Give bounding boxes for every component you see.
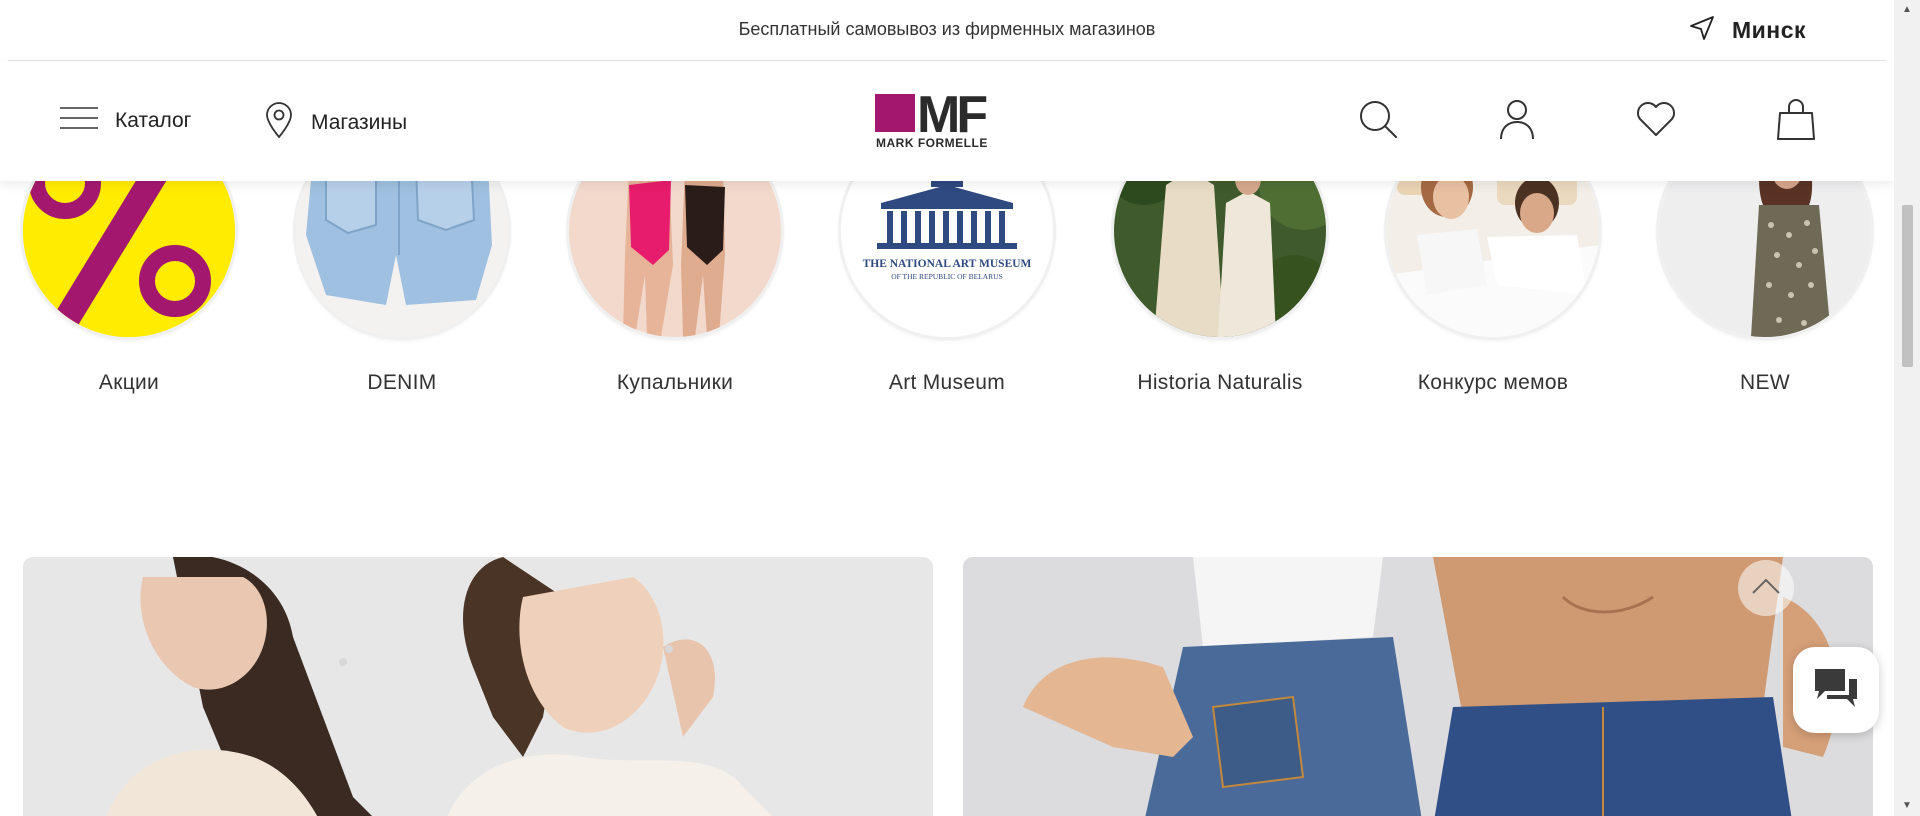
favorites-button[interactable] <box>1634 97 1678 141</box>
logo-wordmark: MARK FORMELLE <box>876 136 988 150</box>
scroll-down-arrow[interactable]: ▼ <box>1894 796 1920 816</box>
category-label: Historia Naturalis <box>1137 371 1303 394</box>
category-label: Art Museum <box>888 371 1006 394</box>
heart-icon <box>1634 102 1678 145</box>
navigation-arrow-icon <box>1688 14 1716 47</box>
catalog-label: Каталог <box>115 108 192 132</box>
search-icon <box>1356 101 1400 145</box>
shopping-bag-icon <box>1774 99 1818 145</box>
banner-denim[interactable] <box>963 557 1873 816</box>
chat-bubbles-icon <box>1813 667 1859 714</box>
category-label: Акции <box>98 371 160 394</box>
user-icon <box>1495 100 1539 145</box>
cart-button[interactable] <box>1774 97 1818 141</box>
map-pin-icon <box>263 101 295 144</box>
denim-models-image <box>963 557 1873 816</box>
category-carousel: Акции DENIM Купальники THE NATIONAL ART … <box>0 125 1894 435</box>
main-header: Каталог Магазины MF MARK FORMELLE <box>0 61 1894 181</box>
city-label: Минск <box>1732 17 1806 43</box>
promo-text: Бесплатный самовывоз из фирменных магази… <box>738 19 1156 39</box>
stores-label: Магазины <box>311 110 408 134</box>
mark-formelle-logo[interactable]: MF MARK FORMELLE <box>875 86 988 152</box>
vertical-scrollbar[interactable]: ▲ ▼ <box>1894 0 1920 816</box>
svg-text:OF THE REPUBLIC OF BELARUS: OF THE REPUBLIC OF BELARUS <box>891 272 1003 281</box>
category-label: NEW <box>1740 371 1790 394</box>
chevron-up-icon <box>1751 577 1781 600</box>
page: Бесплатный самовывоз из фирменных магази… <box>0 0 1894 816</box>
jewelry-models-image <box>23 557 933 816</box>
chat-button[interactable] <box>1793 647 1879 733</box>
scrollbar-thumb[interactable] <box>1902 205 1913 367</box>
search-button[interactable] <box>1356 97 1400 141</box>
account-button[interactable] <box>1495 97 1539 141</box>
stores-link[interactable]: Магазины <box>263 101 407 144</box>
category-item-denim[interactable]: DENIM <box>287 125 517 395</box>
category-item-new[interactable]: NEW <box>1650 125 1880 395</box>
category-item-swimwear[interactable]: Купальники <box>560 125 790 395</box>
scroll-to-top-button[interactable] <box>1738 560 1794 616</box>
scroll-up-arrow[interactable]: ▲ <box>1894 0 1920 20</box>
catalog-button[interactable]: Каталог <box>59 105 191 136</box>
category-item-meme-contest[interactable]: Конкурс мемов <box>1378 125 1608 395</box>
category-label: Купальники <box>616 371 734 394</box>
banner-jewelry[interactable] <box>23 557 933 816</box>
category-item-sale[interactable]: Акции <box>14 125 244 395</box>
city-selector[interactable]: Минск <box>1688 14 1806 47</box>
logo-square <box>875 94 915 132</box>
top-bar: Бесплатный самовывоз из фирменных магази… <box>8 0 1886 61</box>
category-item-historia-naturalis[interactable]: Historia Naturalis <box>1105 125 1335 395</box>
svg-text:THE NATIONAL ART MUSEUM: THE NATIONAL ART MUSEUM <box>863 258 1032 270</box>
hamburger-menu-icon <box>59 105 99 136</box>
category-label: DENIM <box>367 371 437 394</box>
category-label: Конкурс мемов <box>1417 371 1569 394</box>
category-item-art-museum[interactable]: THE NATIONAL ART MUSEUM OF THE REPUBLIC … <box>832 125 1062 395</box>
